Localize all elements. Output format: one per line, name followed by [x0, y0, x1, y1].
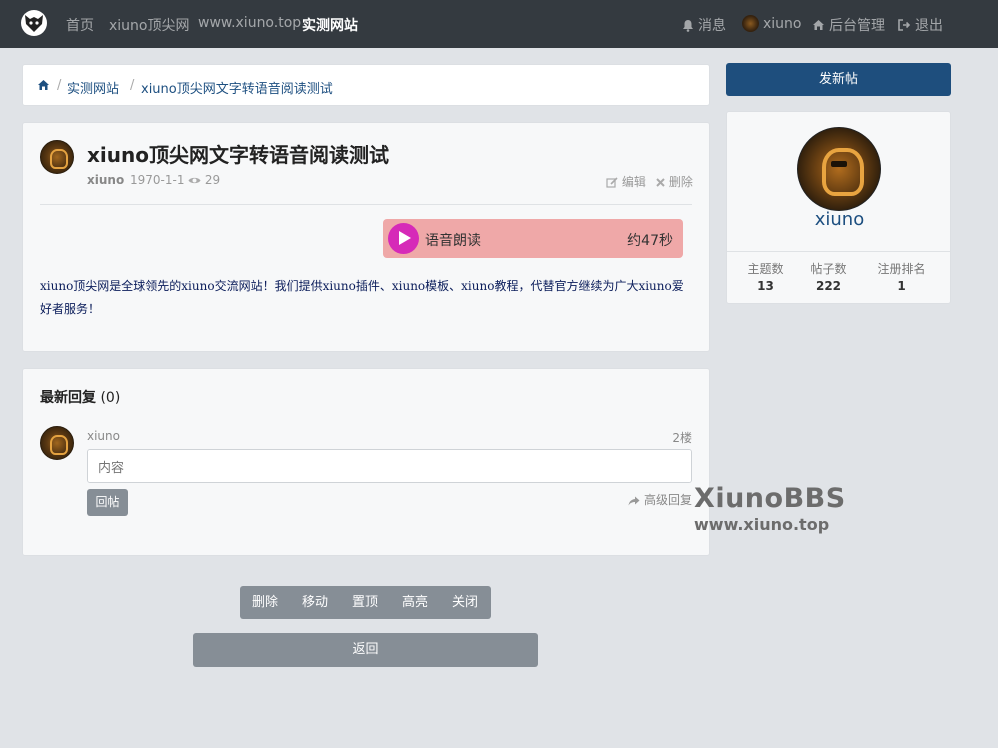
admin-top-button[interactable]: 置顶: [340, 586, 390, 619]
breadcrumb-forum[interactable]: 实测网站: [67, 78, 119, 97]
divider: [40, 204, 692, 205]
replies-count: (0): [100, 390, 121, 406]
post-date: 1970-1-1: [130, 173, 185, 187]
post-views-count: 29: [204, 173, 221, 187]
stat-label: 注册排名: [877, 262, 926, 276]
post-author[interactable]: xiuno: [87, 173, 124, 187]
breadcrumb: / 实测网站 / xiuno顶尖网文字转语音阅读测试: [22, 64, 710, 106]
nav-username: xiuno: [763, 15, 802, 32]
tts-player[interactable]: 语音朗读 约47秒: [383, 219, 683, 258]
breadcrumb-separator: /: [130, 78, 135, 93]
admin-delete-button[interactable]: 删除: [240, 586, 290, 619]
post-card: xiuno顶尖网文字转语音阅读测试 xiuno 1970-1-1 29 编辑 删…: [22, 122, 710, 352]
player-duration: 约47秒: [627, 233, 673, 249]
advanced-reply-link[interactable]: 高级回复: [628, 491, 692, 508]
nav-admin-label: 后台管理: [829, 18, 885, 34]
admin-move-button[interactable]: 移动: [290, 586, 340, 619]
stat-value: 222: [815, 279, 842, 293]
author-avatar[interactable]: [40, 140, 74, 174]
nav-messages-label: 消息: [698, 18, 726, 34]
advanced-reply-label: 高级回复: [643, 493, 692, 507]
nav-logout[interactable]: 退出: [898, 15, 943, 35]
breadcrumb-separator: /: [57, 78, 62, 93]
delete-label: 删除: [668, 175, 693, 189]
reply-avatar[interactable]: [40, 426, 74, 460]
admin-close-button[interactable]: 关闭: [440, 586, 490, 619]
breadcrumb-thread[interactable]: xiuno顶尖网文字转语音阅读测试: [141, 78, 333, 97]
profile-name[interactable]: xiuno: [727, 209, 952, 230]
admin-action-bar: 删除 移动 置顶 高亮 关闭: [240, 586, 491, 619]
reply-textarea[interactable]: [87, 449, 692, 483]
top-navbar: 首页 xiuno顶尖网 www.xiuno.top 实测网站 消息 xiuno …: [0, 0, 998, 48]
share-icon: [628, 496, 640, 505]
profile-card: xiuno 主题数 13 帖子数 222 注册排名 1: [726, 111, 951, 304]
admin-highlight-button[interactable]: 高亮: [390, 586, 440, 619]
eye-icon: [188, 177, 201, 184]
nav-home[interactable]: 首页: [66, 15, 94, 35]
player-label: 语音朗读: [425, 233, 481, 249]
back-button[interactable]: 返回: [193, 633, 538, 667]
logo-icon[interactable]: [21, 10, 47, 36]
replies-heading-label: 最新回复: [40, 390, 96, 406]
reply-card: 最新回复 (0) xiuno 2楼 回帖 高级回复: [22, 368, 710, 556]
stat-posts: 帖子数 222: [791, 261, 866, 295]
replies-heading: 最新回复 (0): [40, 387, 120, 407]
home-icon[interactable]: [37, 79, 50, 91]
divider: [727, 251, 950, 252]
watermark-title: XiunoBBS: [694, 483, 846, 514]
home-icon: [813, 20, 824, 30]
post-title: xiuno顶尖网文字转语音阅读测试: [87, 143, 389, 167]
nav-xiuno-top[interactable]: xiuno顶尖网: [109, 15, 190, 35]
edit-link[interactable]: 编辑: [606, 173, 646, 190]
new-post-button[interactable]: 发新帖: [726, 63, 951, 96]
times-icon: [656, 178, 665, 187]
edit-icon: [606, 177, 618, 188]
post-views: 29: [188, 173, 220, 187]
nav-logout-label: 退出: [915, 18, 943, 34]
reply-button[interactable]: 回帖: [87, 489, 128, 516]
delete-link[interactable]: 删除: [656, 173, 693, 190]
nav-messages[interactable]: 消息: [682, 15, 726, 35]
stat-label: 帖子数: [810, 262, 847, 276]
reply-username: xiuno: [87, 429, 120, 443]
watermark: XiunoBBS www.xiuno.top: [694, 483, 846, 535]
edit-label: 编辑: [621, 175, 646, 189]
bell-icon: [683, 19, 693, 32]
watermark-url: www.xiuno.top: [694, 515, 830, 534]
stat-value: 1: [897, 279, 906, 293]
signout-icon: [898, 19, 911, 31]
nav-admin[interactable]: 后台管理: [812, 15, 885, 35]
nav-user[interactable]: xiuno: [742, 15, 802, 32]
profile-avatar[interactable]: [797, 127, 881, 211]
play-icon[interactable]: [388, 223, 419, 254]
nav-test-site[interactable]: 实测网站: [302, 15, 358, 35]
nav-xiuno-url[interactable]: www.xiuno.top: [198, 15, 301, 31]
stat-rank: 注册排名 1: [864, 261, 939, 295]
user-avatar: [742, 15, 759, 32]
reply-floor: 2楼: [672, 431, 692, 445]
post-body: xiuno顶尖网是全球领先的xiuno交流网站！我们提供xiuno插件、xiun…: [40, 279, 684, 316]
